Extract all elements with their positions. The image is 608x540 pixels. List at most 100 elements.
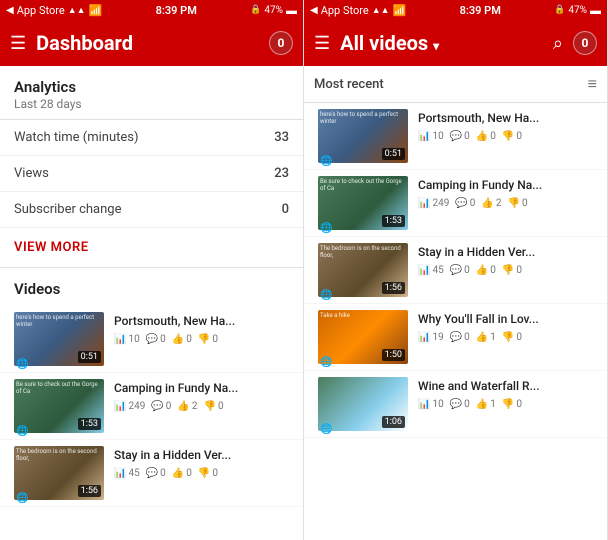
comments-stat: 💬0	[146, 468, 166, 479]
video-info: Camping in Fundy Na... 📊249 💬0 👍2 👎0	[418, 176, 593, 209]
comment-icon: 💬	[146, 334, 158, 345]
views-stat: 📊45	[114, 468, 140, 479]
left-time: 8:39 PM	[156, 4, 197, 17]
battery-icon: ▬	[286, 4, 297, 17]
hamburger-icon[interactable]: ☰	[10, 33, 26, 54]
search-icon[interactable]: ⌕	[553, 33, 563, 54]
left-video-list: here's how to spend a perfect winter 0:5…	[0, 306, 303, 540]
thumbnail-wrap: here's how to spend a perfect winter 0:5…	[14, 312, 104, 366]
right-wifi-icon: 📶	[393, 4, 407, 17]
videos-section-title: Videos	[0, 268, 303, 306]
likes-stat: 👍0	[476, 265, 496, 276]
right-appstore-label[interactable]: App Store	[321, 4, 369, 17]
thumbnail-wrap: The bedroom is on the second floor, 1:56…	[318, 243, 408, 297]
right-signal-icon: ▲▲	[372, 5, 390, 16]
video-info: Portsmouth, New Ha... 📊10 💬0 👍0 👎0	[114, 312, 289, 345]
stat-subscriber-value: 0	[282, 202, 289, 217]
video-stats: 📊249 💬0 👍2 👎0	[418, 198, 593, 209]
filter-icon[interactable]: ≡	[588, 74, 597, 94]
video-title: Camping in Fundy Na...	[418, 178, 593, 194]
video-list-item[interactable]: Be sure to check out the Gorge of Ca 1:5…	[304, 170, 607, 237]
thumbup-icon: 👍	[172, 468, 184, 479]
thumbnail-label: Take a hike	[320, 312, 405, 319]
thumbdown-icon: 👎	[198, 468, 210, 479]
video-title: Why You'll Fall in Lov...	[418, 312, 593, 328]
video-duration: 1:06	[382, 416, 405, 428]
dropdown-arrow-icon[interactable]: ▾	[433, 39, 439, 53]
video-title: Camping in Fundy Na...	[114, 381, 289, 397]
thumbnail-label: Be sure to check out the Gorge of Ca	[16, 381, 101, 395]
chart-icon: 📊	[418, 131, 430, 142]
chart-icon: 📊	[418, 332, 430, 343]
video-title: Stay in a Hidden Ver...	[114, 448, 289, 464]
likes-stat: 👍0	[476, 131, 496, 142]
right-hamburger-icon[interactable]: ☰	[314, 33, 330, 54]
dislikes-stat: 👎0	[502, 265, 522, 276]
thumbnail-wrap: Take a hike 1:50 🌐	[318, 310, 408, 364]
globe-icon: 🌐	[16, 493, 28, 504]
video-stats: 📊249 💬0 👍2 👎0	[114, 401, 289, 412]
likes-stat: 👍2	[481, 198, 501, 209]
likes-stat: 👍2	[177, 401, 197, 412]
video-duration: 1:56	[382, 282, 405, 294]
thumbup-icon: 👍	[172, 334, 184, 345]
video-list-item[interactable]: The bedroom is on the second floor, 1:56…	[304, 237, 607, 304]
globe-icon: 🌐	[320, 156, 332, 167]
views-stat: 📊10	[418, 399, 444, 410]
chart-icon: 📊	[418, 265, 430, 276]
right-header-title-text: All videos	[340, 31, 428, 55]
video-stats: 📊10 💬0 👍0 👎0	[418, 131, 593, 142]
video-duration: 1:53	[382, 215, 405, 227]
stat-views: Views 23	[0, 156, 303, 192]
globe-icon: 🌐	[16, 426, 28, 437]
thumbnail-label: The bedroom is on the second floor,	[16, 448, 101, 462]
stat-views-label: Views	[14, 166, 49, 181]
views-stat: 📊249	[114, 401, 145, 412]
video-stats: 📊45 💬0 👍0 👎0	[418, 265, 593, 276]
video-list-item[interactable]: Take a hike 1:50 🌐 Why You'll Fall in Lo…	[304, 304, 607, 371]
dislikes-stat: 👎0	[507, 198, 527, 209]
video-info: Wine and Waterfall R... 📊10 💬0 👍1 👎0	[418, 377, 593, 410]
video-list-item[interactable]: here's how to spend a perfect winter 0:5…	[304, 103, 607, 170]
video-list-item[interactable]: 1:06 🌐 Wine and Waterfall R... 📊10 💬0 👍1…	[304, 371, 607, 438]
globe-icon: 🌐	[16, 359, 28, 370]
comment-icon: 💬	[151, 401, 163, 412]
comments-stat: 💬0	[450, 399, 470, 410]
left-header: ☰ Dashboard 0	[0, 20, 303, 66]
most-recent-label: Most recent	[314, 77, 384, 92]
signal-icon: ▲▲	[68, 5, 86, 16]
comments-stat: 💬0	[146, 334, 166, 345]
right-header-title: All videos ▾	[340, 31, 543, 55]
video-info: Stay in a Hidden Ver... 📊45 💬0 👍0 👎0	[418, 243, 593, 276]
view-more-button[interactable]: VIEW MORE	[0, 228, 303, 268]
stat-watch-time-label: Watch time (minutes)	[14, 130, 139, 145]
thumbnail-wrap: The bedroom is on the second floor, 1:56…	[14, 446, 104, 500]
thumbnail-wrap: 1:06 🌐	[318, 377, 408, 431]
comments-stat: 💬0	[455, 198, 475, 209]
video-title: Stay in a Hidden Ver...	[418, 245, 593, 261]
video-list-item[interactable]: Be sure to check out the Gorge of Ca 1:5…	[0, 373, 303, 440]
left-notification-badge[interactable]: 0	[269, 31, 293, 55]
thumbup-icon: 👍	[476, 265, 488, 276]
video-list-item[interactable]: here's how to spend a perfect winter 0:5…	[0, 306, 303, 373]
thumbnail-label: Be sure to check out the Gorge of Ca	[320, 178, 405, 192]
left-appstore-label[interactable]: App Store	[17, 4, 65, 17]
thumbup-icon: 👍	[177, 401, 189, 412]
thumbup-icon: 👍	[481, 198, 493, 209]
comments-stat: 💬0	[450, 265, 470, 276]
views-stat: 📊10	[114, 334, 140, 345]
right-battery-label: 47%	[568, 5, 587, 16]
video-list-item[interactable]: The bedroom is on the second floor, 1:56…	[0, 440, 303, 507]
video-duration: 1:50	[382, 349, 405, 361]
dislikes-stat: 👎0	[198, 334, 218, 345]
globe-icon: 🌐	[320, 223, 332, 234]
globe-icon: 🌐	[320, 290, 332, 301]
comment-icon: 💬	[450, 265, 462, 276]
globe-icon: 🌐	[320, 357, 332, 368]
right-notification-badge[interactable]: 0	[573, 31, 597, 55]
dislikes-stat: 👎0	[198, 468, 218, 479]
thumbdown-icon: 👎	[507, 198, 519, 209]
right-battery-icon: ▬	[590, 4, 601, 17]
video-info: Camping in Fundy Na... 📊249 💬0 👍2 👎0	[114, 379, 289, 412]
dislikes-stat: 👎0	[502, 332, 522, 343]
